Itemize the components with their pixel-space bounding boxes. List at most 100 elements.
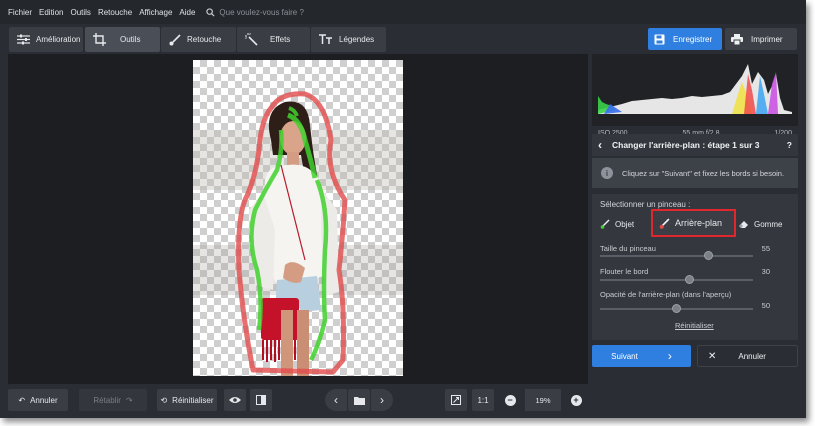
tab-label: Retouche — [187, 35, 222, 44]
compare-button[interactable] — [250, 389, 272, 411]
fit-screen-button[interactable] — [445, 389, 467, 411]
print-label: Imprimer — [751, 34, 783, 44]
brush-icon — [169, 33, 181, 45]
menu-file[interactable]: Fichier — [8, 8, 32, 17]
photo-subject — [193, 91, 403, 376]
reset-link[interactable]: Réinitialiser — [675, 321, 714, 330]
menu-retouch[interactable]: Retouche — [98, 8, 132, 17]
crop-icon — [93, 33, 106, 46]
brush-size-slider[interactable] — [600, 255, 753, 257]
brush-background-label: Arrière-plan — [675, 218, 723, 228]
zoom-out-button[interactable]: − — [500, 389, 520, 411]
brush-size-label: Taille du pinceau — [600, 244, 656, 253]
tab-label: Outils — [120, 35, 141, 44]
histogram — [592, 54, 798, 126]
wizard-title: Changer l'arrière-plan : étape 1 sur 3 — [612, 140, 760, 150]
chevron-right-icon: › — [667, 349, 672, 363]
eraser-icon — [739, 221, 748, 228]
tab-label: Amélioration — [36, 35, 81, 44]
sliders-icon — [17, 34, 30, 45]
undo-label: Annuler — [30, 395, 58, 405]
open-folder-button[interactable] — [348, 389, 370, 411]
edge-blur-slider[interactable] — [600, 279, 753, 281]
brush-size-knob[interactable] — [704, 251, 713, 260]
zoom-level[interactable]: 19% — [525, 389, 561, 411]
bg-opacity-value: 50 — [761, 301, 770, 310]
info-box: i Cliquez sur "Suivant" et fixez les bor… — [592, 158, 798, 188]
brush-object-button[interactable]: Objet — [600, 210, 634, 238]
bottom-bar: ↶ Annuler Rétablir ↷ ⟲ Réinitialiser ‹ ›… — [0, 384, 806, 418]
tab-enhancement[interactable]: Amélioration — [9, 27, 83, 52]
chevron-right-icon: › — [380, 393, 384, 407]
reset-button[interactable]: ⟲ Réinitialiser — [157, 389, 217, 411]
compare-icon — [256, 395, 266, 405]
redo-icon: ↷ — [125, 395, 133, 405]
menu-view[interactable]: Affichage — [139, 8, 172, 17]
info-icon: i — [601, 167, 613, 179]
text-icon — [319, 34, 332, 44]
search-input[interactable]: Que voulez-vous faire ? — [219, 8, 304, 17]
ratio-label: 1:1 — [477, 395, 489, 405]
actual-size-button[interactable]: 1:1 — [472, 389, 494, 411]
tab-effects[interactable]: Effets — [237, 27, 310, 52]
next-label: Suivant — [611, 351, 638, 361]
redo-button[interactable]: Rétablir ↷ — [79, 389, 147, 411]
tab-tools[interactable]: Outils — [85, 27, 160, 52]
menu-tools[interactable]: Outils — [70, 8, 90, 17]
photo-canvas[interactable] — [8, 54, 588, 384]
minus-circle-icon: − — [504, 394, 516, 406]
edge-blur-label: Flouter le bord — [600, 267, 649, 276]
object-brush-icon — [600, 219, 610, 229]
brush-settings: Sélectionner un pinceau : Objet Arrière-… — [592, 194, 798, 340]
reset-icon: ⟲ — [160, 395, 168, 405]
info-text: Cliquez sur "Suivant" et fixez les bords… — [622, 168, 785, 178]
folder-icon — [353, 396, 365, 405]
search-icon — [206, 7, 215, 17]
next-button[interactable]: Suivant › — [592, 345, 691, 367]
tab-label: Légendes — [339, 35, 375, 44]
menu-edit[interactable]: Edition — [39, 8, 63, 17]
brush-eraser-button[interactable]: Gomme — [738, 210, 782, 238]
tab-captions[interactable]: Légendes — [311, 27, 386, 52]
brush-title: Sélectionner un pinceau : — [600, 200, 691, 209]
search-box[interactable]: Que voulez-vous faire ? — [206, 8, 304, 17]
edge-blur-knob[interactable] — [685, 275, 694, 284]
cancel-button[interactable]: ✕ Annuler — [697, 345, 798, 367]
fit-screen-icon — [451, 395, 461, 405]
app-window: Fichier Edition Outils Retouche Affichag… — [0, 0, 806, 418]
tab-label: Effets — [270, 35, 291, 44]
magic-wand-icon — [245, 33, 258, 46]
save-button[interactable]: Enregistrer — [648, 28, 722, 50]
printer-icon — [731, 33, 743, 45]
zoom-in-button[interactable]: + — [566, 389, 586, 411]
bg-opacity-label: Opacité de l'arrière-plan (dans l'aperçu… — [600, 290, 732, 299]
cancel-label: Annuler — [738, 351, 766, 361]
wizard-header: ‹ Changer l'arrière-plan : étape 1 sur 3… — [592, 134, 798, 156]
eye-icon — [229, 397, 241, 403]
plus-circle-icon: + — [570, 394, 582, 406]
prev-photo-button[interactable]: ‹ — [325, 389, 347, 411]
close-icon: ✕ — [708, 350, 717, 362]
brush-object-label: Objet — [615, 219, 635, 229]
brush-eraser-label: Gomme — [754, 219, 783, 229]
preview-toggle-button[interactable] — [224, 389, 246, 411]
tab-retouch[interactable]: Retouche — [161, 27, 236, 52]
floppy-disk-icon — [654, 34, 665, 44]
print-button[interactable]: Imprimer — [725, 28, 797, 50]
photo-preview[interactable] — [193, 60, 403, 376]
help-icon[interactable]: ? — [787, 140, 792, 150]
menu-bar: Fichier Edition Outils Retouche Affichag… — [0, 0, 806, 24]
redo-label: Rétablir — [93, 395, 121, 405]
reset-label: Réinitialiser — [172, 395, 214, 405]
chevron-left-icon: ‹ — [334, 393, 338, 407]
background-brush-icon — [659, 218, 670, 229]
undo-icon: ↶ — [18, 395, 26, 405]
menu-help[interactable]: Aide — [179, 8, 195, 17]
next-photo-button[interactable]: › — [371, 389, 393, 411]
bg-opacity-knob[interactable] — [672, 304, 681, 313]
undo-button[interactable]: ↶ Annuler — [8, 389, 68, 411]
brush-background-button[interactable]: Arrière-plan — [651, 209, 736, 237]
back-arrow-icon[interactable]: ‹ — [598, 138, 602, 152]
brush-size-value: 55 — [761, 244, 770, 253]
edge-blur-value: 30 — [761, 267, 770, 276]
